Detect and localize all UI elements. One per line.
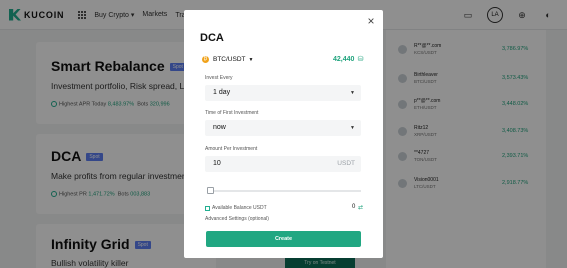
close-icon[interactable]: × <box>365 15 377 27</box>
create-button[interactable]: Create <box>206 231 361 247</box>
wallet-icon <box>205 205 210 211</box>
advanced-settings-link[interactable]: Advanced Settings (optional) <box>205 216 269 222</box>
first-investment-label: Time of First Investment <box>205 110 259 116</box>
available-balance: Available Balance USDT <box>205 205 267 211</box>
swap-icon[interactable]: ⇄ <box>358 204 363 211</box>
modal-title: DCA <box>200 32 224 44</box>
first-investment-select[interactable]: now ▼ <box>205 120 361 136</box>
current-price: 42,440 <box>333 56 355 63</box>
invest-every-select[interactable]: 1 day ▼ <box>205 85 361 101</box>
btc-coin-icon: ₿ <box>202 56 209 63</box>
chevron-down-icon: ▼ <box>350 125 355 131</box>
trading-pair-selector[interactable]: ₿ BTC/USDT ▼ <box>202 56 253 63</box>
chevron-down-icon: ▼ <box>350 90 355 96</box>
invest-every-label: Invest Every <box>205 75 233 81</box>
select-value: now <box>213 124 226 131</box>
amount-input[interactable]: 10 USDT <box>205 156 361 172</box>
pair-label: BTC/USDT <box>213 56 246 63</box>
amount-unit: USDT <box>337 160 355 167</box>
chevron-down-icon: ▼ <box>248 56 254 63</box>
amount-slider-track[interactable] <box>209 190 361 192</box>
amount-label: Amount Per Investment <box>205 146 258 152</box>
select-value: 1 day <box>213 89 231 96</box>
amount-value: 10 <box>213 160 221 167</box>
chart-icon[interactable]: ⛁ <box>356 55 365 64</box>
available-balance-value: 0 <box>352 204 356 210</box>
dca-modal: DCA × ₿ BTC/USDT ▼ 42,440 ⛁ Invest Every… <box>184 10 383 258</box>
amount-slider-handle[interactable] <box>207 187 214 194</box>
